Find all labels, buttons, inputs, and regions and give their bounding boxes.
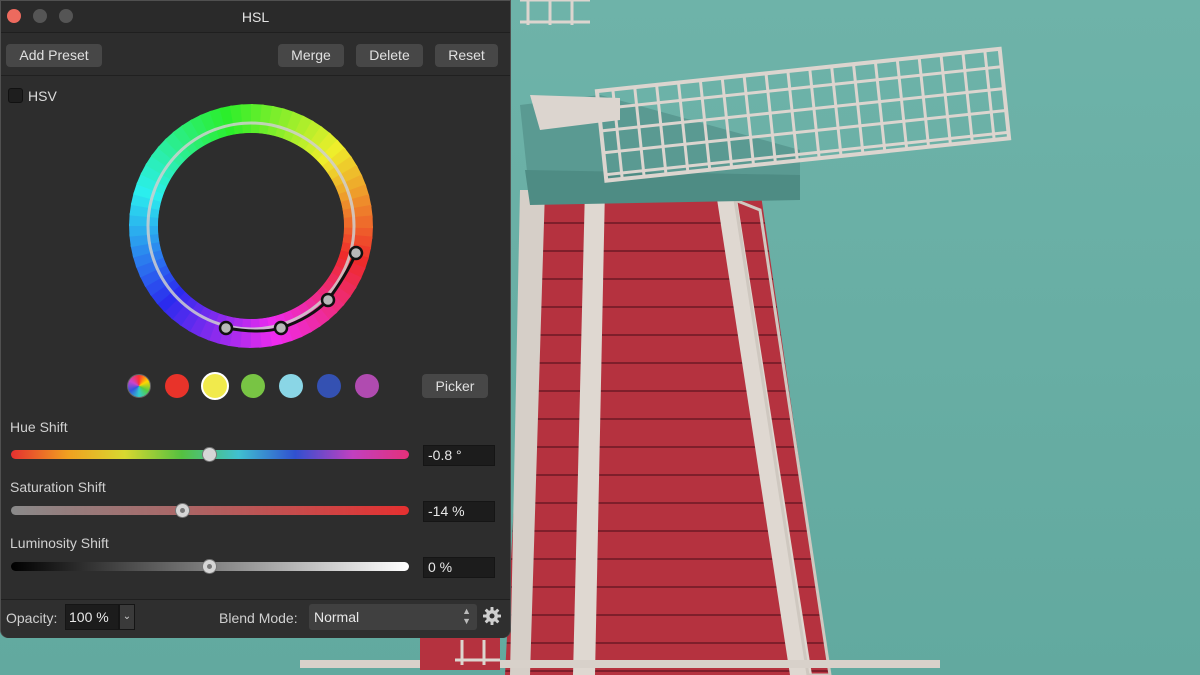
hue-slider-thumb[interactable] [202,447,217,462]
curve-point[interactable] [348,245,364,261]
blend-mode-label: Blend Mode: [219,610,298,626]
saturation-shift-label: Saturation Shift [10,479,106,495]
swatch-blue[interactable] [317,374,341,398]
blend-mode-value: Normal [314,609,360,625]
blend-mode-select[interactable]: Normal ▲ ▼ [309,604,477,630]
hsv-checkbox[interactable] [8,88,23,103]
curve-point[interactable] [320,292,336,308]
swatch-cyan[interactable] [279,374,303,398]
swatch-green[interactable] [241,374,265,398]
saturation-slider-track[interactable] [11,506,409,515]
swatch-all-colors[interactable] [127,374,151,398]
saturation-slider-thumb[interactable] [175,503,190,518]
updown-arrows-icon: ▲ ▼ [462,606,471,626]
swatch-yellow[interactable] [201,372,229,400]
curve-point[interactable] [218,320,234,336]
hue-wheel[interactable] [121,96,381,356]
divider [1,75,510,76]
title-bar: HSL [1,1,510,33]
curve-point[interactable] [273,320,289,336]
picker-button[interactable]: Picker [422,374,488,398]
opacity-label: Opacity: [6,610,58,626]
gear-icon[interactable] [482,606,502,626]
hsv-label: HSV [28,88,57,104]
hue-shift-value[interactable]: -0.8 ° [423,445,495,466]
panel-footer: Opacity: 100 % ⌄ Blend Mode: Normal ▲ ▼ [1,600,510,638]
luminosity-slider-thumb[interactable] [202,559,217,574]
opacity-input[interactable]: 100 % [65,604,119,630]
delete-button[interactable]: Delete [356,44,423,67]
luminosity-shift-label: Luminosity Shift [10,535,109,551]
merge-button[interactable]: Merge [278,44,344,67]
swatch-magenta[interactable] [355,374,379,398]
luminosity-shift-value[interactable]: 0 % [423,557,495,578]
chevron-down-icon[interactable]: ⌄ [119,604,135,630]
hsl-panel: HSL Add Preset Merge Delete Reset HSV Pi… [0,0,511,638]
hue-shift-label: Hue Shift [10,419,68,435]
swatch-red[interactable] [165,374,189,398]
reset-button[interactable]: Reset [435,44,498,67]
add-preset-button[interactable]: Add Preset [6,44,102,67]
window-title: HSL [241,9,270,25]
saturation-shift-value[interactable]: -14 % [423,501,495,522]
